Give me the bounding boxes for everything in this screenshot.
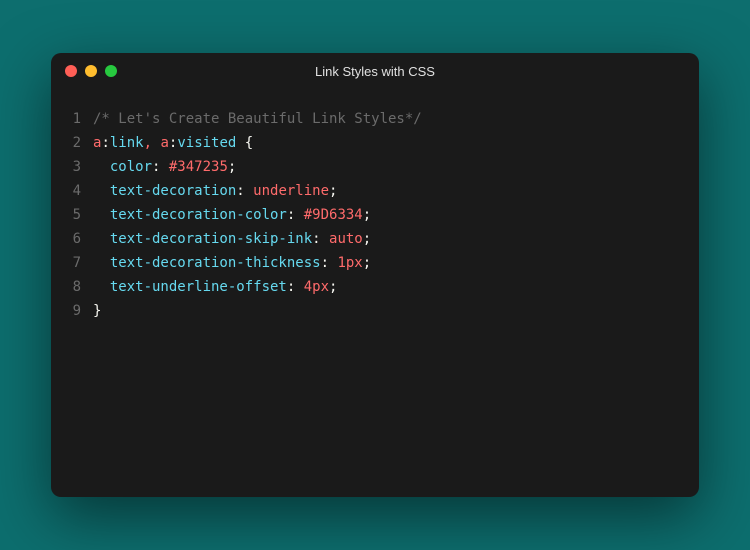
token-punct: ; — [363, 207, 371, 223]
code-line[interactable]: 7 text-decoration-thickness: 1px; — [51, 251, 699, 275]
code-content[interactable]: a:link, a:visited { — [93, 131, 253, 155]
token-prop: text-decoration — [110, 183, 236, 199]
token-punct — [93, 231, 110, 247]
code-line[interactable]: 8 text-underline-offset: 4px; — [51, 275, 699, 299]
code-line[interactable]: 1/* Let's Create Beautiful Link Styles*/ — [51, 107, 699, 131]
token-punct — [93, 207, 110, 223]
token-punct: : — [287, 207, 304, 223]
code-line[interactable]: 9} — [51, 299, 699, 323]
code-content[interactable]: /* Let's Create Beautiful Link Styles*/ — [93, 107, 422, 131]
code-content[interactable]: text-decoration-color: #9D6334; — [93, 203, 371, 227]
code-line[interactable]: 5 text-decoration-color: #9D6334; — [51, 203, 699, 227]
code-line[interactable]: 6 text-decoration-skip-ink: auto; — [51, 227, 699, 251]
line-number: 5 — [51, 203, 93, 227]
token-val-keyword: auto — [329, 231, 363, 247]
code-editor[interactable]: 1/* Let's Create Beautiful Link Styles*/… — [51, 89, 699, 497]
token-prop: text-underline-offset — [110, 279, 287, 295]
code-line[interactable]: 2a:link, a:visited { — [51, 131, 699, 155]
token-prop: text-decoration-skip-ink — [110, 231, 312, 247]
token-punct: ; — [363, 231, 371, 247]
token-val-num: 4px — [304, 279, 329, 295]
token-punct: ; — [329, 279, 337, 295]
code-line[interactable]: 4 text-decoration: underline; — [51, 179, 699, 203]
token-val-hex: #9D6334 — [304, 207, 363, 223]
token-punct — [93, 183, 110, 199]
token-punct: : — [152, 159, 169, 175]
token-val-hex: #347235 — [169, 159, 228, 175]
line-number: 3 — [51, 155, 93, 179]
token-prop: color — [110, 159, 152, 175]
code-content[interactable]: text-underline-offset: 4px; — [93, 275, 337, 299]
zoom-icon[interactable] — [105, 65, 117, 77]
token-punct: ; — [228, 159, 236, 175]
code-content[interactable]: color: #347235; — [93, 155, 236, 179]
code-content[interactable]: text-decoration-thickness: 1px; — [93, 251, 371, 275]
token-punct: ; — [363, 255, 371, 271]
code-window: Link Styles with CSS 1/* Let's Create Be… — [51, 53, 699, 497]
line-number: 2 — [51, 131, 93, 155]
token-punct: ; — [329, 183, 337, 199]
token-punct — [93, 159, 110, 175]
token-val-keyword: underline — [253, 183, 329, 199]
token-punct: : — [236, 183, 253, 199]
token-punct: : — [101, 135, 109, 151]
token-pseudo: link — [110, 135, 144, 151]
close-icon[interactable] — [65, 65, 77, 77]
minimize-icon[interactable] — [85, 65, 97, 77]
line-number: 8 — [51, 275, 93, 299]
window-title: Link Styles with CSS — [51, 64, 699, 79]
line-number: 6 — [51, 227, 93, 251]
code-content[interactable]: } — [93, 299, 101, 323]
line-number: 4 — [51, 179, 93, 203]
line-number: 1 — [51, 107, 93, 131]
token-prop: text-decoration-color — [110, 207, 287, 223]
token-prop: text-decoration-thickness — [110, 255, 321, 271]
token-punct: { — [236, 135, 253, 151]
token-punct — [93, 279, 110, 295]
token-comment: /* Let's Create Beautiful Link Styles*/ — [93, 111, 422, 127]
token-selector: a — [160, 135, 168, 151]
code-content[interactable]: text-decoration: underline; — [93, 179, 337, 203]
line-number: 9 — [51, 299, 93, 323]
token-val-num: 1px — [337, 255, 362, 271]
token-punct: } — [93, 303, 101, 319]
token-punct: : — [287, 279, 304, 295]
token-punct: : — [321, 255, 338, 271]
token-pseudo: visited — [177, 135, 236, 151]
token-punct — [93, 255, 110, 271]
window-titlebar: Link Styles with CSS — [51, 53, 699, 89]
token-punct: : — [312, 231, 329, 247]
token-selector: , — [144, 135, 152, 151]
traffic-lights — [65, 65, 117, 77]
code-content[interactable]: text-decoration-skip-ink: auto; — [93, 227, 371, 251]
code-line[interactable]: 3 color: #347235; — [51, 155, 699, 179]
line-number: 7 — [51, 251, 93, 275]
